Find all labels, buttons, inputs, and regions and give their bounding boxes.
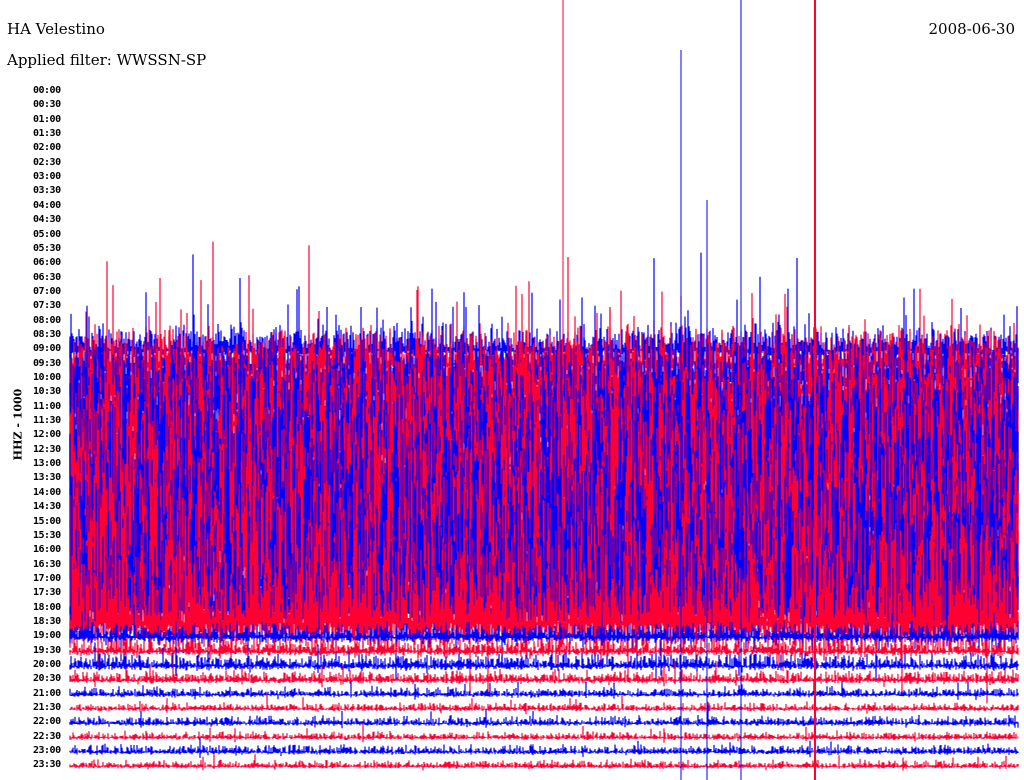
trace-row bbox=[69, 754, 1019, 771]
trace-row bbox=[69, 693, 1019, 715]
trace-row bbox=[69, 679, 1019, 700]
helicorder-plot bbox=[69, 0, 1019, 780]
trace-row bbox=[69, 737, 1019, 758]
trace-row bbox=[69, 723, 1019, 743]
